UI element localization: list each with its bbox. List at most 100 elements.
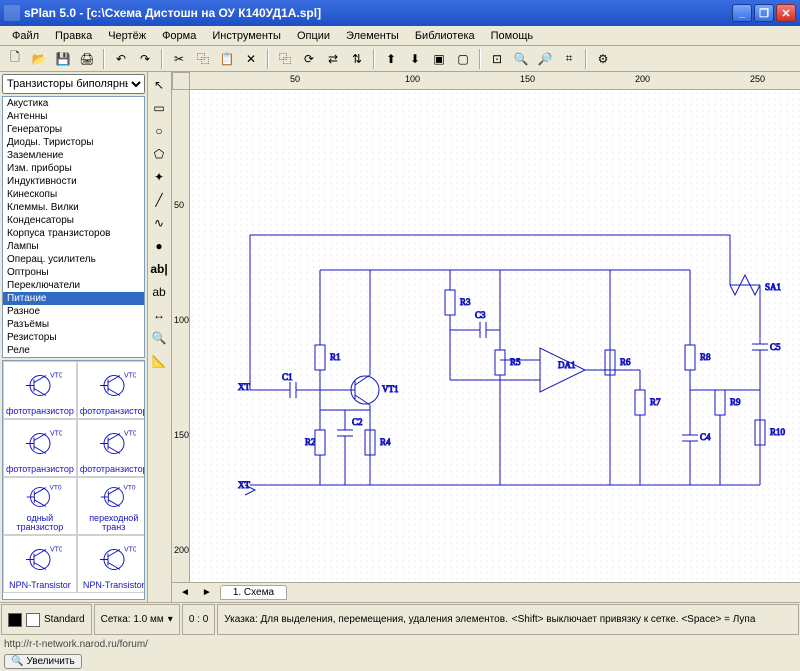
specialform-icon[interactable]: ✦ — [148, 166, 170, 188]
sheet-tabstrip: ◄ ► 1. Схема — [172, 582, 800, 602]
component-item[interactable]: Операц. усилитель — [3, 253, 144, 266]
component-preview[interactable]: VT0NPN-Transistor — [77, 535, 145, 593]
line-icon[interactable]: ╱ — [148, 189, 170, 211]
component-item[interactable]: Изм. приборы — [3, 162, 144, 175]
menu-library[interactable]: Библиотека — [407, 28, 483, 44]
save-icon[interactable]: 💾 — [52, 48, 74, 70]
duplicate-icon[interactable]: ⿻ — [274, 48, 296, 70]
schematic-canvas[interactable]: XT C1 R1 — [190, 90, 800, 582]
component-item[interactable]: Акустика — [3, 97, 144, 110]
svg-text:VT1: VT1 — [382, 384, 399, 394]
ungroup-icon[interactable]: ▢ — [452, 48, 474, 70]
close-button[interactable]: ✕ — [776, 4, 796, 22]
svg-text:R4: R4 — [380, 437, 391, 447]
menu-elements[interactable]: Элементы — [338, 28, 407, 44]
component-list[interactable]: АкустикаАнтенныГенераторыДиоды. Тиристор… — [2, 96, 145, 358]
app-name: sPlan 5.0 — [24, 6, 76, 20]
new-icon[interactable]: 🗋 — [4, 48, 26, 70]
component-preview[interactable]: VT0NPN-Transistor — [3, 535, 77, 593]
menu-options[interactable]: Опции — [289, 28, 338, 44]
mirror-h-icon[interactable]: ⇄ — [322, 48, 344, 70]
zoom-win-icon[interactable]: ⌗ — [558, 48, 580, 70]
svg-text:R6: R6 — [620, 357, 631, 367]
undo-icon[interactable]: ↶ — [110, 48, 132, 70]
delete-icon[interactable]: ✕ — [240, 48, 262, 70]
draw-toolbar: ↖ ▭ ○ ⬠ ✦ ╱ ∿ ● ab| ab ↔ 🔍 📐 — [148, 72, 172, 602]
group-icon[interactable]: ▣ — [428, 48, 450, 70]
component-preview[interactable]: VT0фототранзистор — [77, 419, 145, 477]
redo-icon[interactable]: ↷ — [134, 48, 156, 70]
component-item[interactable]: Генераторы — [3, 123, 144, 136]
component-preview-grid: VT0фототранзисторVT0фототранзисторVT0фот… — [2, 360, 145, 600]
rect-icon[interactable]: ▭ — [148, 97, 170, 119]
component-item[interactable]: Разъёмы — [3, 318, 144, 331]
component-item[interactable]: Переключатели — [3, 279, 144, 292]
component-item[interactable]: Конденсаторы — [3, 214, 144, 227]
component-item[interactable]: Лампы — [3, 240, 144, 253]
magnify-icon[interactable]: 🔍 — [148, 327, 170, 349]
component-preview[interactable]: VT0фототранзистор — [3, 419, 77, 477]
component-item[interactable]: Питание — [3, 292, 144, 305]
component-item[interactable]: Клеммы. Вилки — [3, 201, 144, 214]
svg-text:VT0: VT0 — [50, 373, 62, 380]
menu-edit[interactable]: Правка — [47, 28, 100, 44]
tab-prev-icon[interactable]: ◄ — [176, 587, 194, 598]
menu-tools[interactable]: Инструменты — [204, 28, 289, 44]
tab-next-icon[interactable]: ► — [198, 587, 216, 598]
rotate-icon[interactable]: ⟳ — [298, 48, 320, 70]
zoom-out-icon[interactable]: 🔎 — [534, 48, 556, 70]
component-item[interactable]: Разное — [3, 305, 144, 318]
minimize-button[interactable]: _ — [732, 4, 752, 22]
options-icon[interactable]: ⚙ — [592, 48, 614, 70]
front-icon[interactable]: ⬆ — [380, 48, 402, 70]
pointer-icon[interactable]: ↖ — [148, 74, 170, 96]
print-icon[interactable]: 🖨 — [76, 48, 98, 70]
component-category-select[interactable]: Транзисторы биполярные — [2, 74, 145, 94]
component-preview[interactable]: VT0фототранзистор — [77, 361, 145, 419]
maximize-button[interactable]: ❐ — [754, 4, 774, 22]
menu-help[interactable]: Помощь — [483, 28, 542, 44]
component-item[interactable]: Диоды. Тиристоры — [3, 136, 144, 149]
menu-file[interactable]: Файл — [4, 28, 47, 44]
mirror-v-icon[interactable]: ⇅ — [346, 48, 368, 70]
component-preview[interactable]: VT0одный транзистор — [3, 477, 77, 535]
enlarge-button[interactable]: 🔍 Увеличить — [4, 654, 82, 669]
component-item[interactable]: Заземление — [3, 149, 144, 162]
canvas-area: 50 100 150 200 250 50 100 150 200 — [172, 72, 800, 602]
polygon-icon[interactable]: ⬠ — [148, 143, 170, 165]
schematic-drawing: XT C1 R1 — [190, 90, 800, 582]
circle-icon[interactable]: ○ — [148, 120, 170, 142]
back-icon[interactable]: ⬇ — [404, 48, 426, 70]
zoom-fit-icon[interactable]: ⊡ — [486, 48, 508, 70]
ruler-vertical: 50 100 150 200 — [172, 90, 190, 582]
component-item[interactable]: Резисторы — [3, 331, 144, 344]
component-item[interactable]: Индуктивности — [3, 175, 144, 188]
component-preview[interactable]: VT0фототранзистор — [3, 361, 77, 419]
paste-icon[interactable]: 📋 — [216, 48, 238, 70]
main-toolbar: 🗋 📂 💾 🖨 ↶ ↷ ✂ ⿻ 📋 ✕ ⿻ ⟳ ⇄ ⇅ ⬆ ⬇ ▣ ▢ ⊡ 🔍 … — [0, 46, 800, 72]
color-white-icon[interactable] — [26, 613, 40, 627]
svg-text:VT0: VT0 — [49, 484, 61, 491]
component-item[interactable]: Оптроны — [3, 266, 144, 279]
component-preview[interactable]: VT0переходной транз — [77, 477, 145, 535]
component-item[interactable]: Корпуса транзисторов — [3, 227, 144, 240]
dim-icon[interactable]: ↔ — [148, 304, 170, 326]
text-bold-icon[interactable]: ab| — [148, 258, 170, 280]
open-icon[interactable]: 📂 — [28, 48, 50, 70]
component-item[interactable]: Кинескопы — [3, 188, 144, 201]
junction-icon[interactable]: ● — [148, 235, 170, 257]
copy-icon[interactable]: ⿻ — [192, 48, 214, 70]
component-item[interactable]: Антенны — [3, 110, 144, 123]
color-black-icon[interactable] — [8, 613, 22, 627]
bezier-icon[interactable]: ∿ — [148, 212, 170, 234]
menu-drawing[interactable]: Чертёж — [100, 28, 154, 44]
ruler-corner — [172, 72, 190, 90]
zoom-in-icon[interactable]: 🔍 — [510, 48, 532, 70]
cut-icon[interactable]: ✂ — [168, 48, 190, 70]
measure-icon[interactable]: 📐 — [148, 350, 170, 372]
menu-form[interactable]: Форма — [154, 28, 204, 44]
component-item[interactable]: Реле — [3, 344, 144, 357]
text-icon[interactable]: ab — [148, 281, 170, 303]
sheet-tab-1[interactable]: 1. Схема — [220, 585, 287, 600]
component-item[interactable]: Сигн. устройства — [3, 357, 144, 358]
